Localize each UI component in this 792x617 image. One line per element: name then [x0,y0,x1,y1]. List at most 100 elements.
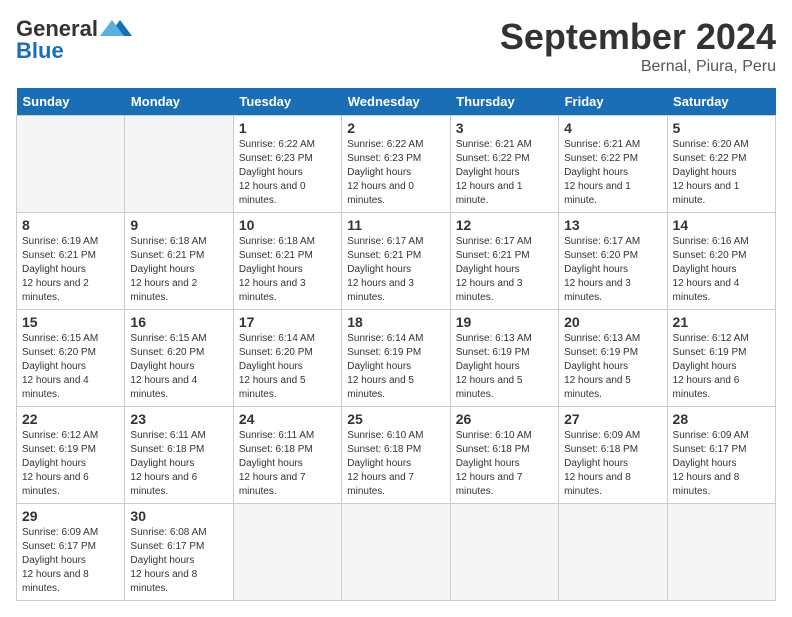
day-number: 15 [22,314,119,330]
day-number: 11 [347,217,444,233]
day-number: 30 [130,508,227,524]
calendar-day-cell: 5 Sunrise: 6:20 AM Sunset: 6:22 PM Dayli… [667,116,775,213]
day-number: 10 [239,217,336,233]
day-number: 26 [456,411,553,427]
calendar-day-cell [559,504,667,601]
calendar-week-row: 8 Sunrise: 6:19 AM Sunset: 6:21 PM Dayli… [17,213,776,310]
day-info: Sunrise: 6:17 AM Sunset: 6:21 PM Dayligh… [347,235,444,305]
calendar-table: SundayMondayTuesdayWednesdayThursdayFrid… [16,88,776,601]
calendar-day-cell: 21 Sunrise: 6:12 AM Sunset: 6:19 PM Dayl… [667,310,775,407]
title-area: September 2024 Bernal, Piura, Peru [500,16,776,76]
day-number: 23 [130,411,227,427]
day-info: Sunrise: 6:11 AM Sunset: 6:18 PM Dayligh… [239,429,336,499]
calendar-day-cell: 22 Sunrise: 6:12 AM Sunset: 6:19 PM Dayl… [17,407,125,504]
day-info: Sunrise: 6:22 AM Sunset: 6:23 PM Dayligh… [347,138,444,208]
calendar-day-cell: 28 Sunrise: 6:09 AM Sunset: 6:17 PM Dayl… [667,407,775,504]
calendar-day-header: Saturday [667,88,775,116]
calendar-day-cell: 30 Sunrise: 6:08 AM Sunset: 6:17 PM Dayl… [125,504,233,601]
day-number: 4 [564,120,661,136]
page-header: General Blue September 2024 Bernal, Piur… [16,16,776,76]
day-number: 16 [130,314,227,330]
calendar-week-row: 15 Sunrise: 6:15 AM Sunset: 6:20 PM Dayl… [17,310,776,407]
calendar-day-cell [125,116,233,213]
day-info: Sunrise: 6:11 AM Sunset: 6:18 PM Dayligh… [130,429,227,499]
calendar-day-header: Tuesday [233,88,341,116]
day-number: 8 [22,217,119,233]
month-title: September 2024 [500,16,776,58]
day-number: 17 [239,314,336,330]
day-info: Sunrise: 6:14 AM Sunset: 6:19 PM Dayligh… [347,332,444,402]
calendar-day-cell: 27 Sunrise: 6:09 AM Sunset: 6:18 PM Dayl… [559,407,667,504]
day-info: Sunrise: 6:18 AM Sunset: 6:21 PM Dayligh… [239,235,336,305]
day-number: 19 [456,314,553,330]
day-info: Sunrise: 6:09 AM Sunset: 6:18 PM Dayligh… [564,429,661,499]
calendar-day-header: Thursday [450,88,558,116]
calendar-day-cell: 9 Sunrise: 6:18 AM Sunset: 6:21 PM Dayli… [125,213,233,310]
calendar-day-cell: 15 Sunrise: 6:15 AM Sunset: 6:20 PM Dayl… [17,310,125,407]
day-number: 1 [239,120,336,136]
day-info: Sunrise: 6:15 AM Sunset: 6:20 PM Dayligh… [22,332,119,402]
calendar-day-cell [17,116,125,213]
day-info: Sunrise: 6:16 AM Sunset: 6:20 PM Dayligh… [673,235,770,305]
calendar-day-cell: 17 Sunrise: 6:14 AM Sunset: 6:20 PM Dayl… [233,310,341,407]
logo-blue: Blue [16,38,64,64]
calendar-day-cell: 26 Sunrise: 6:10 AM Sunset: 6:18 PM Dayl… [450,407,558,504]
day-info: Sunrise: 6:15 AM Sunset: 6:20 PM Dayligh… [130,332,227,402]
day-number: 21 [673,314,770,330]
calendar-day-cell: 16 Sunrise: 6:15 AM Sunset: 6:20 PM Dayl… [125,310,233,407]
calendar-day-cell: 23 Sunrise: 6:11 AM Sunset: 6:18 PM Dayl… [125,407,233,504]
day-number: 28 [673,411,770,427]
day-number: 9 [130,217,227,233]
day-info: Sunrise: 6:18 AM Sunset: 6:21 PM Dayligh… [130,235,227,305]
calendar-day-cell: 4 Sunrise: 6:21 AM Sunset: 6:22 PM Dayli… [559,116,667,213]
calendar-day-cell [342,504,450,601]
calendar-day-cell: 19 Sunrise: 6:13 AM Sunset: 6:19 PM Dayl… [450,310,558,407]
day-number: 25 [347,411,444,427]
day-number: 13 [564,217,661,233]
calendar-week-row: 1 Sunrise: 6:22 AM Sunset: 6:23 PM Dayli… [17,116,776,213]
calendar-day-cell: 13 Sunrise: 6:17 AM Sunset: 6:20 PM Dayl… [559,213,667,310]
calendar-day-header: Monday [125,88,233,116]
calendar-day-header: Wednesday [342,88,450,116]
calendar-day-cell: 12 Sunrise: 6:17 AM Sunset: 6:21 PM Dayl… [450,213,558,310]
calendar-day-cell: 18 Sunrise: 6:14 AM Sunset: 6:19 PM Dayl… [342,310,450,407]
day-number: 12 [456,217,553,233]
calendar-day-header: Friday [559,88,667,116]
day-info: Sunrise: 6:21 AM Sunset: 6:22 PM Dayligh… [564,138,661,208]
calendar-day-cell: 2 Sunrise: 6:22 AM Sunset: 6:23 PM Dayli… [342,116,450,213]
calendar-day-cell: 20 Sunrise: 6:13 AM Sunset: 6:19 PM Dayl… [559,310,667,407]
calendar-header-row: SundayMondayTuesdayWednesdayThursdayFrid… [17,88,776,116]
calendar-day-cell: 25 Sunrise: 6:10 AM Sunset: 6:18 PM Dayl… [342,407,450,504]
day-info: Sunrise: 6:10 AM Sunset: 6:18 PM Dayligh… [347,429,444,499]
day-number: 5 [673,120,770,136]
calendar-day-cell: 10 Sunrise: 6:18 AM Sunset: 6:21 PM Dayl… [233,213,341,310]
calendar-day-cell [233,504,341,601]
calendar-day-cell: 3 Sunrise: 6:21 AM Sunset: 6:22 PM Dayli… [450,116,558,213]
day-info: Sunrise: 6:13 AM Sunset: 6:19 PM Dayligh… [564,332,661,402]
day-info: Sunrise: 6:08 AM Sunset: 6:17 PM Dayligh… [130,526,227,596]
location-title: Bernal, Piura, Peru [500,58,776,76]
calendar-day-header: Sunday [17,88,125,116]
day-info: Sunrise: 6:14 AM Sunset: 6:20 PM Dayligh… [239,332,336,402]
calendar-day-cell: 29 Sunrise: 6:09 AM Sunset: 6:17 PM Dayl… [17,504,125,601]
calendar-week-row: 29 Sunrise: 6:09 AM Sunset: 6:17 PM Dayl… [17,504,776,601]
day-number: 24 [239,411,336,427]
day-info: Sunrise: 6:12 AM Sunset: 6:19 PM Dayligh… [22,429,119,499]
day-info: Sunrise: 6:12 AM Sunset: 6:19 PM Dayligh… [673,332,770,402]
day-info: Sunrise: 6:19 AM Sunset: 6:21 PM Dayligh… [22,235,119,305]
day-number: 18 [347,314,444,330]
calendar-day-cell: 14 Sunrise: 6:16 AM Sunset: 6:20 PM Dayl… [667,213,775,310]
day-info: Sunrise: 6:10 AM Sunset: 6:18 PM Dayligh… [456,429,553,499]
day-info: Sunrise: 6:21 AM Sunset: 6:22 PM Dayligh… [456,138,553,208]
day-info: Sunrise: 6:22 AM Sunset: 6:23 PM Dayligh… [239,138,336,208]
calendar-day-cell: 24 Sunrise: 6:11 AM Sunset: 6:18 PM Dayl… [233,407,341,504]
day-number: 20 [564,314,661,330]
calendar-day-cell: 11 Sunrise: 6:17 AM Sunset: 6:21 PM Dayl… [342,213,450,310]
day-info: Sunrise: 6:20 AM Sunset: 6:22 PM Dayligh… [673,138,770,208]
day-number: 14 [673,217,770,233]
day-number: 27 [564,411,661,427]
calendar-week-row: 22 Sunrise: 6:12 AM Sunset: 6:19 PM Dayl… [17,407,776,504]
calendar-day-cell [450,504,558,601]
day-number: 3 [456,120,553,136]
day-info: Sunrise: 6:13 AM Sunset: 6:19 PM Dayligh… [456,332,553,402]
